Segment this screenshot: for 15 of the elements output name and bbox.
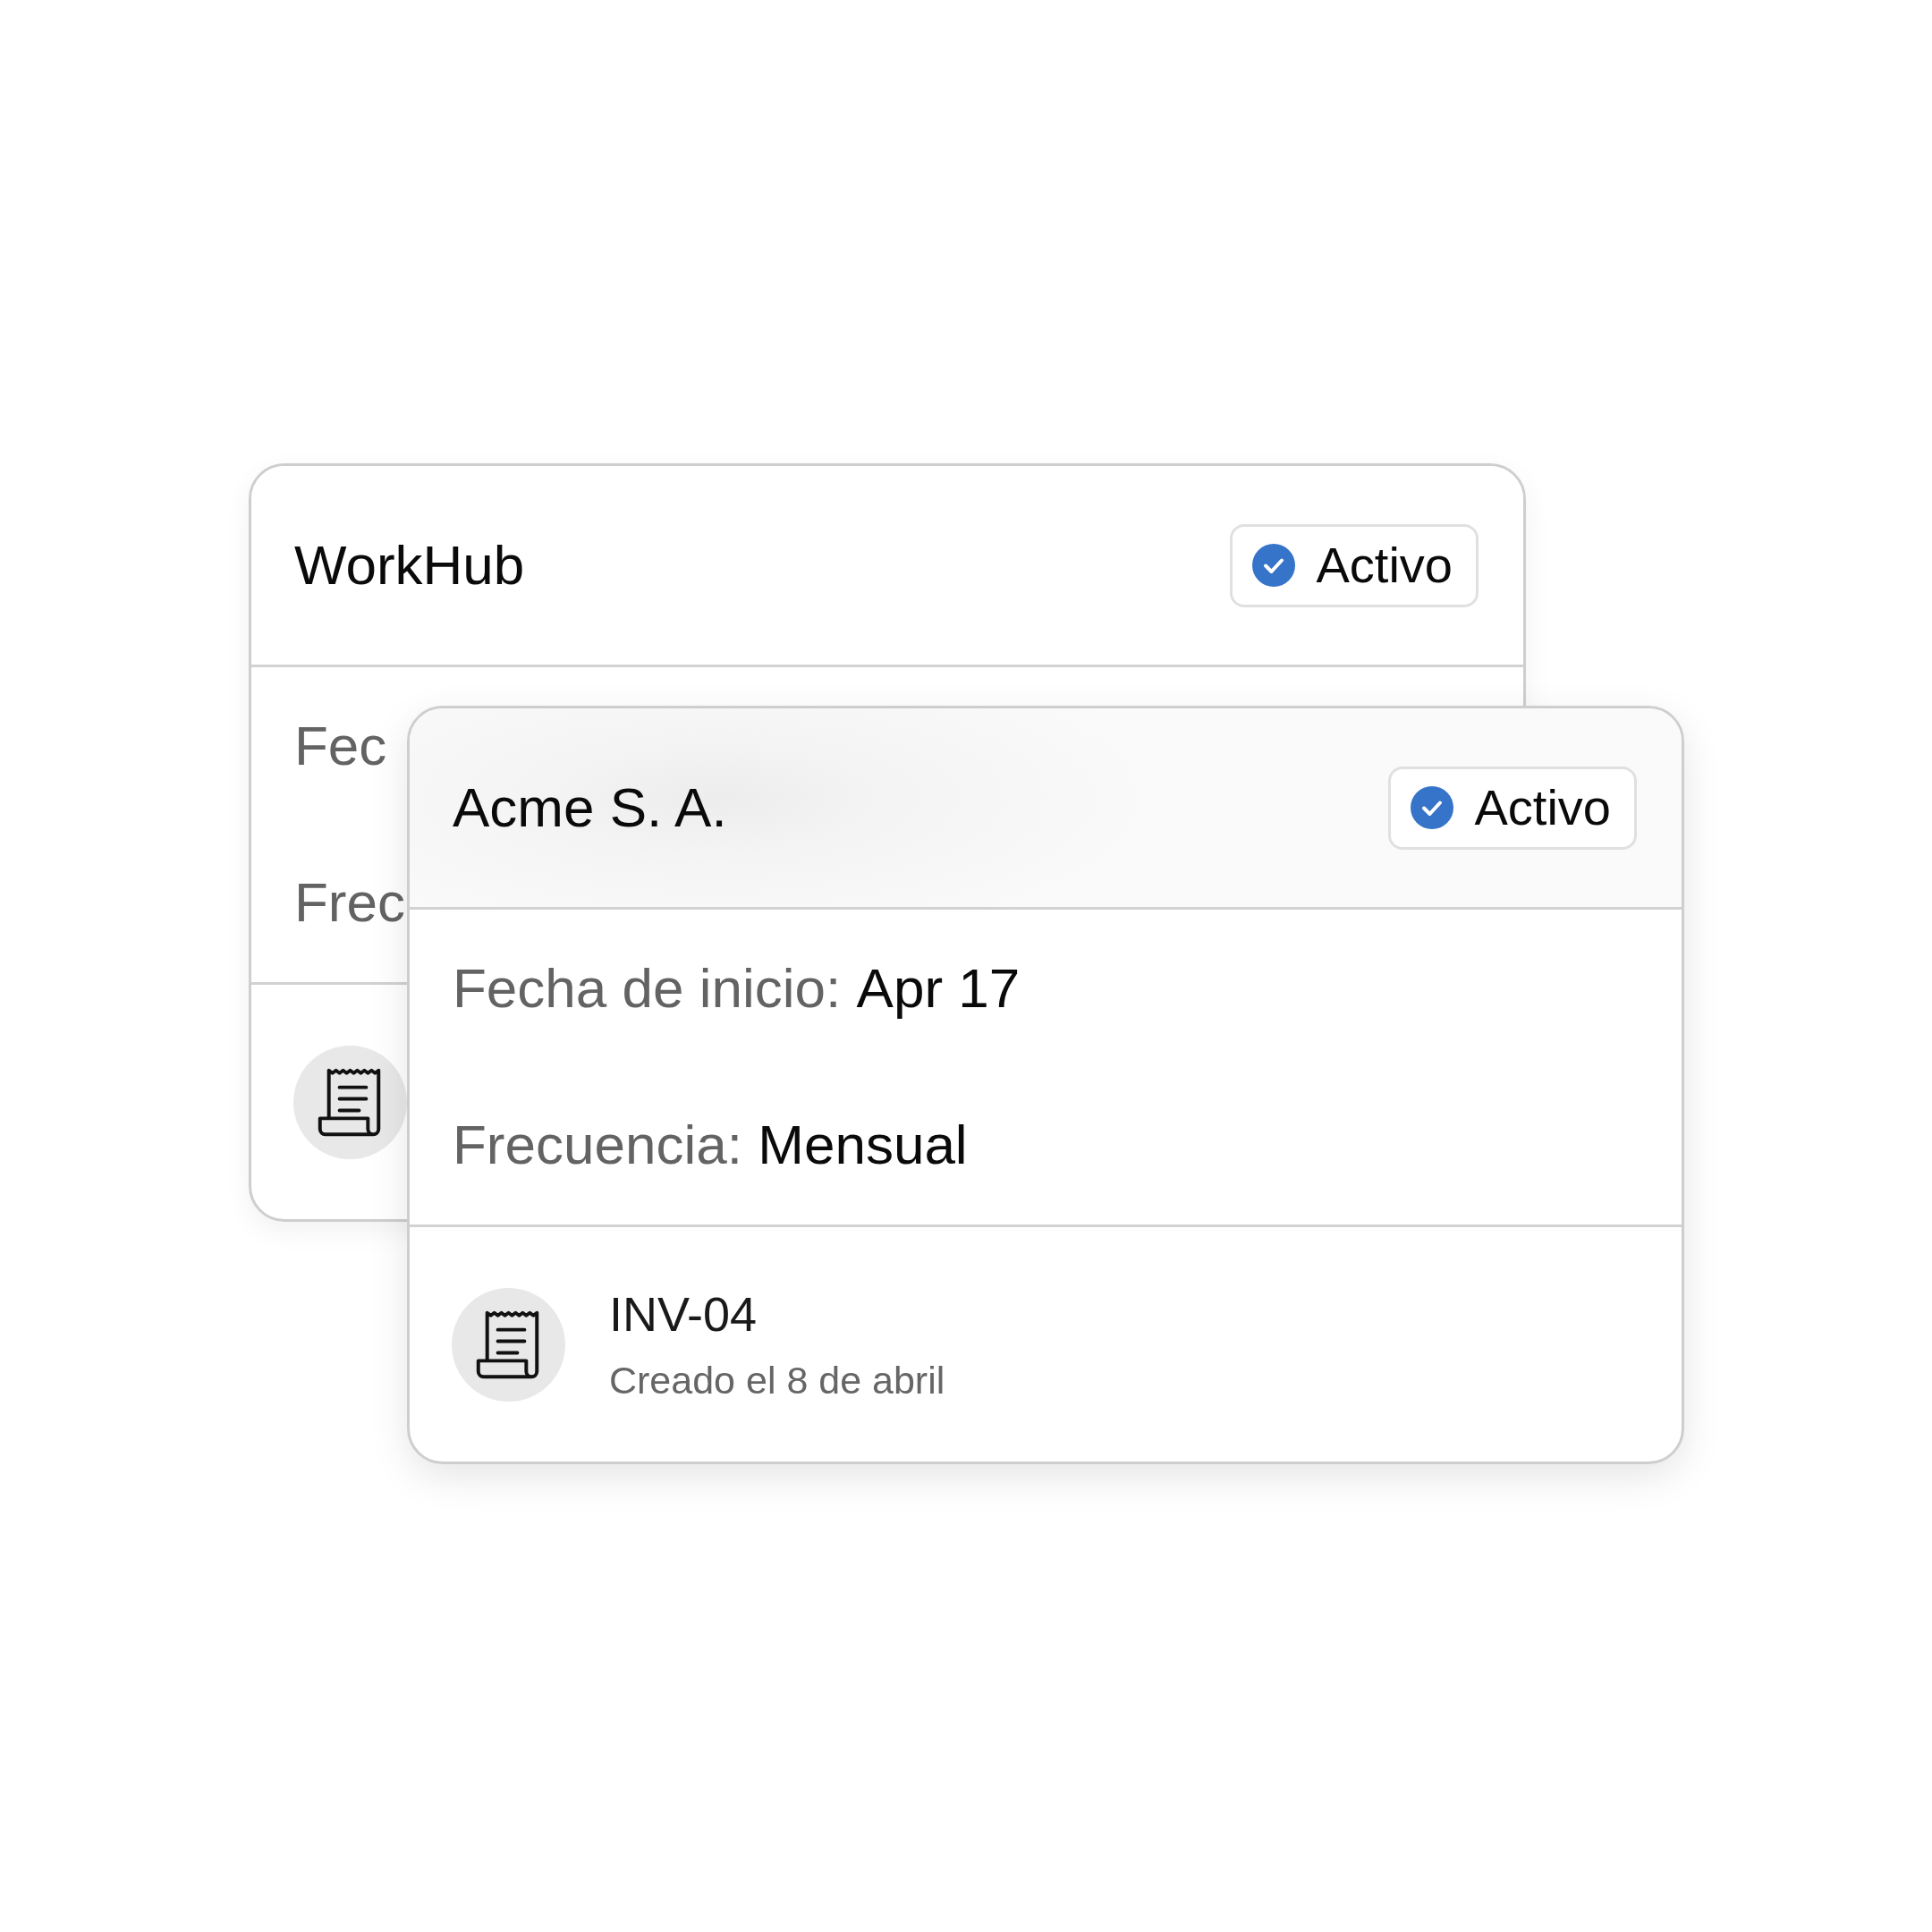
card-title: WorkHub — [294, 538, 525, 593]
field-label: Frecuencia: — [453, 1116, 742, 1173]
status-label: Activo — [1316, 540, 1453, 590]
field-value: Mensual — [758, 1116, 968, 1173]
invoice-number: INV-04 — [609, 1289, 758, 1338]
field-label: Fecha de inicio: — [453, 960, 842, 1016]
card-title: Acme S. A. — [453, 780, 727, 835]
check-circle-icon — [1410, 786, 1453, 829]
receipt-icon — [452, 1287, 565, 1402]
invoice-date: Creado el 8 de abril — [609, 1360, 945, 1400]
receipt-icon — [293, 1045, 407, 1159]
field-label: Frec — [294, 874, 405, 930]
status-label: Activo — [1474, 783, 1611, 833]
field-label: Fec — [294, 717, 387, 774]
check-circle-icon — [1251, 544, 1295, 587]
